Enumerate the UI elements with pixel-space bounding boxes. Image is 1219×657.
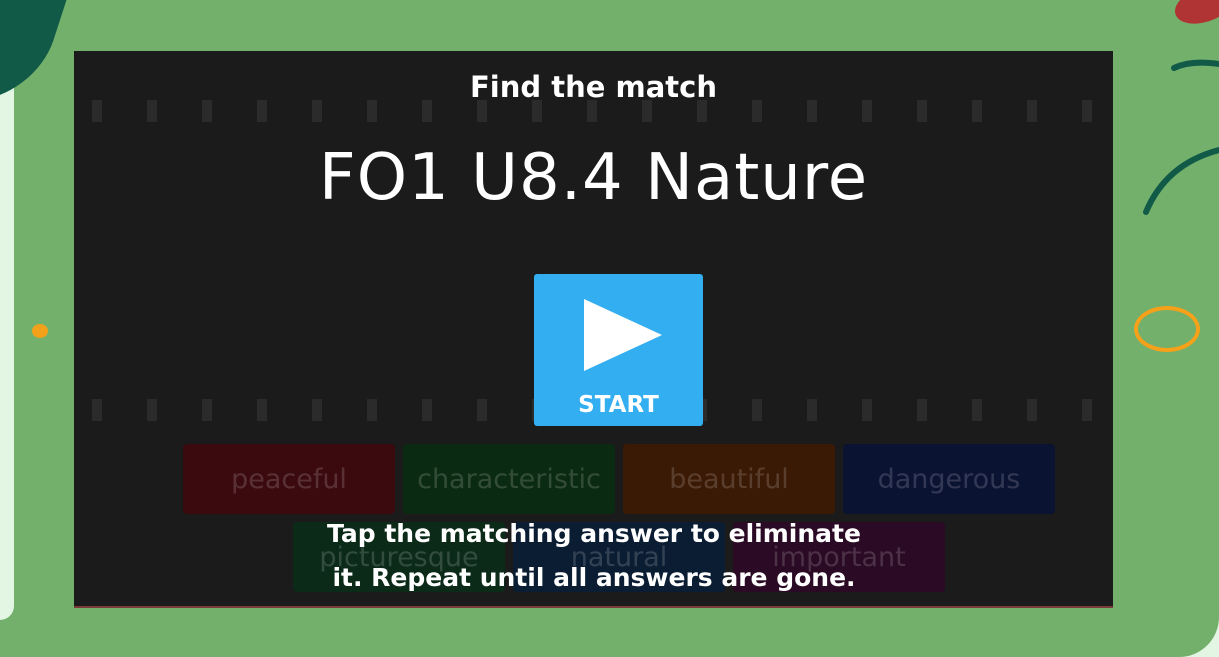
answer-tile-label: characteristic [417, 463, 601, 495]
answer-tile-label: beautiful [669, 463, 789, 495]
activity-title: FO1 U8.4 Nature [318, 141, 869, 215]
answer-tile: characteristic [403, 444, 615, 514]
answer-tile-label: dangerous [877, 463, 1021, 495]
decorative-arcs [1143, 59, 1219, 215]
template-type-label: Find the match [469, 70, 717, 104]
tablet-frame: peaceful characteristic beautiful danger… [0, 0, 1219, 657]
instructions-line-1: Tap the matching answer to eliminate [327, 519, 861, 548]
instructions-line-2: it. Repeat until all answers are gone. [332, 563, 856, 592]
answer-tile: peaceful [183, 444, 395, 514]
game-area: peaceful characteristic beautiful danger… [74, 51, 1113, 607]
answer-tile-label: peaceful [231, 463, 347, 495]
start-button-label: START [578, 392, 659, 418]
answer-tile: dangerous [843, 444, 1055, 514]
decorative-ring [1134, 306, 1200, 352]
decorative-dot [32, 324, 48, 338]
decorative-leaf [1170, 0, 1219, 31]
play-icon [584, 299, 662, 371]
game-area-bottom-edge [74, 606, 1113, 608]
answer-tile: beautiful [623, 444, 835, 514]
instructions: Tap the matching answer to eliminate it.… [244, 512, 944, 600]
start-button[interactable]: START [534, 274, 703, 426]
